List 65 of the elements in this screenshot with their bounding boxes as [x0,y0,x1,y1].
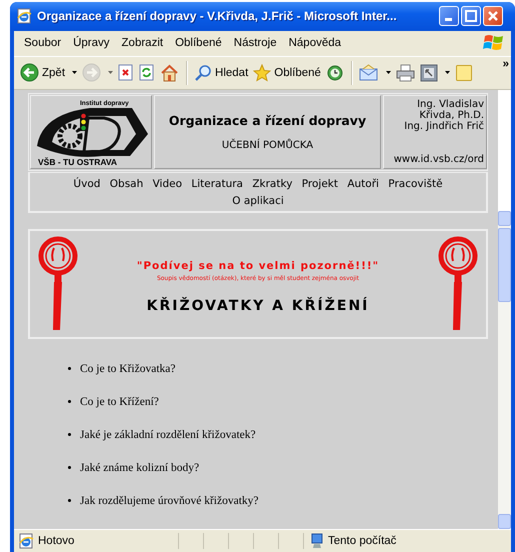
print-button[interactable] [394,62,417,84]
banner-quote: "Podívej se na to velmi pozorně!!!" [136,260,380,272]
topic-link[interactable]: Jaké je základní rozdělení křižovatek? [80,428,256,441]
nav-link[interactable]: Video [152,178,182,190]
site-title: Organizace a řízení dopravy [168,112,366,128]
more-tools-button[interactable]: » [502,58,509,70]
browser-page-icon [16,8,32,24]
back-button[interactable]: Zpět [18,61,80,84]
nav-link[interactable]: Úvod [73,178,100,190]
minimize-button[interactable] [439,6,459,26]
author-line: Ing. Jindřich Frič [403,120,484,132]
menu-item[interactable]: Oblíbené [170,35,229,52]
menu-item[interactable]: Zobrazit [116,35,170,52]
home-icon [160,64,180,82]
computer-icon [310,533,324,550]
bullet-icon [68,433,71,436]
caret-icon [72,71,78,74]
bullet-icon [68,367,71,370]
menu-item[interactable]: Nástroje [228,35,284,52]
printer-icon [396,64,415,82]
topic-link[interactable]: Jaké známe kolizní body? [80,462,200,474]
envelope-icon [358,64,379,82]
menu-item[interactable]: Úpravy [68,35,117,52]
bullet-icon [68,466,71,470]
favorites-button[interactable]: Oblíbené [251,62,323,84]
scrollbar[interactable] [498,90,511,530]
bullet-icon [68,499,71,502]
author-line: Křivda, Ph.D. [418,110,484,121]
topic-link[interactable]: Co je to Křižovatka? [80,362,176,375]
nav-link[interactable]: Obsah [110,178,144,190]
page-icon [18,533,34,550]
banner-heading: KŘIŽOVATKY A KŘÍŽENÍ [146,298,370,314]
bullet-icon [68,400,71,404]
refresh-icon [139,64,156,82]
edit-window-icon [420,64,438,82]
minimize-icon [445,18,452,22]
window-title: Organizace a řízení dopravy - V.Křivda, J.Frič - Microsoft Inter... [37,9,398,24]
site-url-link[interactable]: www.id.vsb.cz/ord [384,154,484,165]
caret-icon [386,71,391,74]
site-subtitle: UČEBNÍ POMŮCKA [222,140,314,151]
edit-button[interactable] [418,62,452,84]
history-clock-icon [326,64,344,82]
search-button[interactable]: Hledat [192,62,250,84]
menu-item[interactable]: Nápověda [284,35,348,52]
nav-link[interactable]: Pracoviště [388,178,443,190]
nav-link[interactable]: Literatura [191,178,243,190]
star-icon [253,64,272,82]
stop-icon [118,64,134,82]
nav-link[interactable]: Zkratky [252,178,292,190]
nav-link[interactable]: Projekt [302,178,338,190]
menu-item[interactable]: Soubor [19,35,68,52]
author-line: Ing. Vladislav [416,98,484,110]
logo-caption: VŠB - TU OSTRAVA [38,156,118,167]
caret-icon [108,71,114,74]
search-icon [194,64,212,82]
nav-link[interactable]: Autoři [347,178,379,190]
topic-link[interactable]: Jak rozdělujeme úrovňové křižovatky? [80,494,259,507]
note-icon [454,64,473,82]
nav-link[interactable]: O aplikaci [232,194,284,207]
topic-link[interactable]: Co je to Křížení? [80,396,159,408]
caret-icon [444,71,450,74]
status-text: Hotovo [38,535,74,548]
security-zone: Tento počítač [328,535,396,548]
close-button[interactable] [483,6,503,26]
maximize-button[interactable] [461,6,481,26]
